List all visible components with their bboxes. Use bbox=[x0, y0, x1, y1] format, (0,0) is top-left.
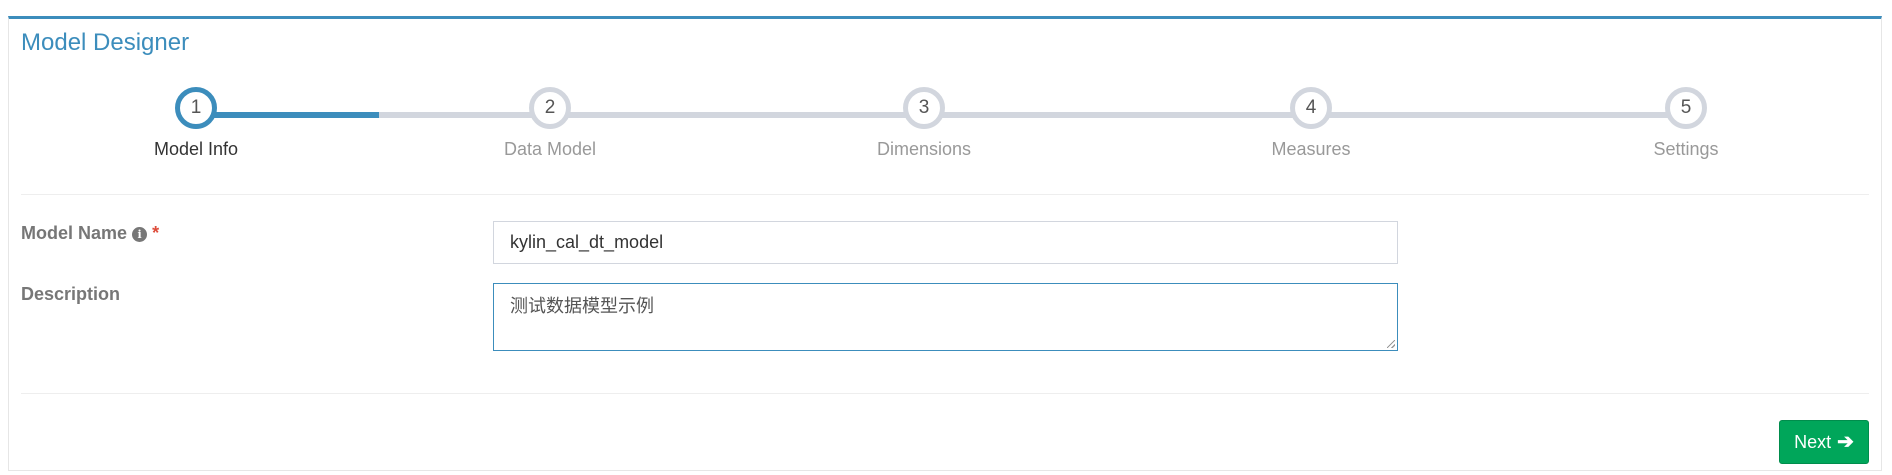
step-model-info[interactable]: 1 Model Info bbox=[96, 87, 296, 160]
next-button-label: Next bbox=[1794, 431, 1832, 452]
step-measures[interactable]: 4 Measures bbox=[1211, 87, 1411, 160]
step-settings[interactable]: 5 Settings bbox=[1586, 87, 1786, 160]
step-label: Model Info bbox=[153, 139, 239, 159]
model-name-input[interactable]: kylin_cal_dt_model bbox=[493, 221, 1398, 264]
step-circle[interactable]: 2 bbox=[529, 87, 571, 129]
next-button[interactable]: Next ➔ bbox=[1779, 420, 1869, 464]
required-mark: * bbox=[152, 223, 160, 243]
divider bbox=[21, 194, 1869, 195]
step-circle[interactable]: 1 bbox=[175, 87, 217, 129]
step-circle[interactable]: 3 bbox=[903, 87, 945, 129]
resize-grip[interactable] bbox=[1387, 340, 1395, 348]
step-label: Measures bbox=[1271, 139, 1351, 159]
step-label: Data Model bbox=[503, 139, 597, 159]
divider bbox=[21, 393, 1869, 394]
step-data-model[interactable]: 2 Data Model bbox=[450, 87, 650, 160]
model-name-label-text: Model Name bbox=[21, 223, 128, 243]
description-text: 测试数据模型示例 bbox=[510, 296, 654, 317]
step-label: Settings bbox=[1653, 139, 1719, 159]
info-icon[interactable]: i bbox=[132, 227, 148, 242]
arrow-right-icon: ➔ bbox=[1837, 431, 1854, 453]
description-label: Description bbox=[21, 284, 121, 304]
description-textarea[interactable]: 测试数据模型示例 bbox=[493, 283, 1398, 351]
model-name-label: Model Name i * bbox=[21, 223, 159, 244]
step-circle[interactable]: 5 bbox=[1665, 87, 1707, 129]
model-designer-panel: Model Designer 1 Model Info 2 Data Model… bbox=[8, 16, 1882, 471]
step-circle[interactable]: 4 bbox=[1290, 87, 1332, 129]
wizard-stepper: 1 Model Info 2 Data Model 3 Dimensions 4… bbox=[9, 19, 1881, 179]
step-dimensions[interactable]: 3 Dimensions bbox=[824, 87, 1024, 160]
step-label: Dimensions bbox=[876, 139, 972, 159]
